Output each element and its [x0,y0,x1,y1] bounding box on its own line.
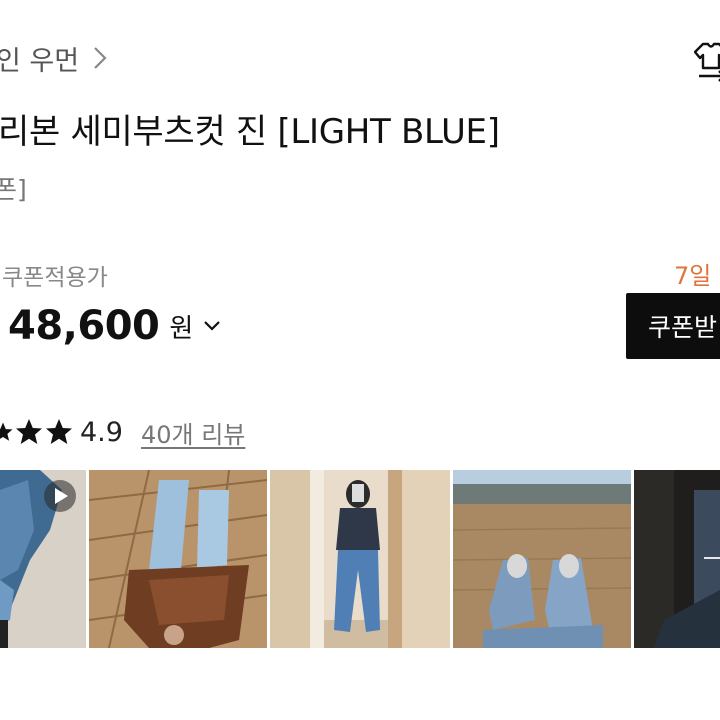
delivery-info: 7일 ! [674,262,720,290]
breadcrumb[interactable]: 인 우먼 [0,38,109,78]
star-icon [0,422,13,441]
review-count-link[interactable]: 40개 리뷰 [141,415,245,450]
product-title: 리본 세미부츠컷 진 [LIGHT BLUE] [0,112,500,152]
star-rating [0,417,74,447]
product-tag: 폰] [0,175,27,204]
chevron-down-icon[interactable] [203,319,221,333]
tshirt-icon[interactable] [694,40,720,86]
star-icon [46,419,72,444]
gallery-photo-2[interactable] [89,470,267,648]
image-gallery[interactable] [0,470,720,648]
star-icon [16,419,42,444]
gallery-video-thumbnail[interactable] [0,470,86,648]
get-coupon-button-label: 쿠폰받 [648,313,718,342]
rating-row: 4.9 40개 리뷰 [0,412,245,452]
gallery-photo-3[interactable] [270,470,450,648]
price-unit: 원 [169,313,194,344]
coupon-price-label: 쿠폰적용가 [2,265,108,291]
rating-value: 4.9 [80,416,123,448]
gallery-photo-5[interactable] [634,470,720,648]
get-coupon-button[interactable]: 쿠폰받 [626,293,720,359]
price-row[interactable]: 48,600 원 [8,300,221,352]
chevron-right-icon [94,47,107,69]
breadcrumb-brand[interactable]: 인 우먼 [0,39,79,78]
price-value: 48,600 [8,303,160,349]
gallery-photo-4[interactable] [453,470,631,648]
